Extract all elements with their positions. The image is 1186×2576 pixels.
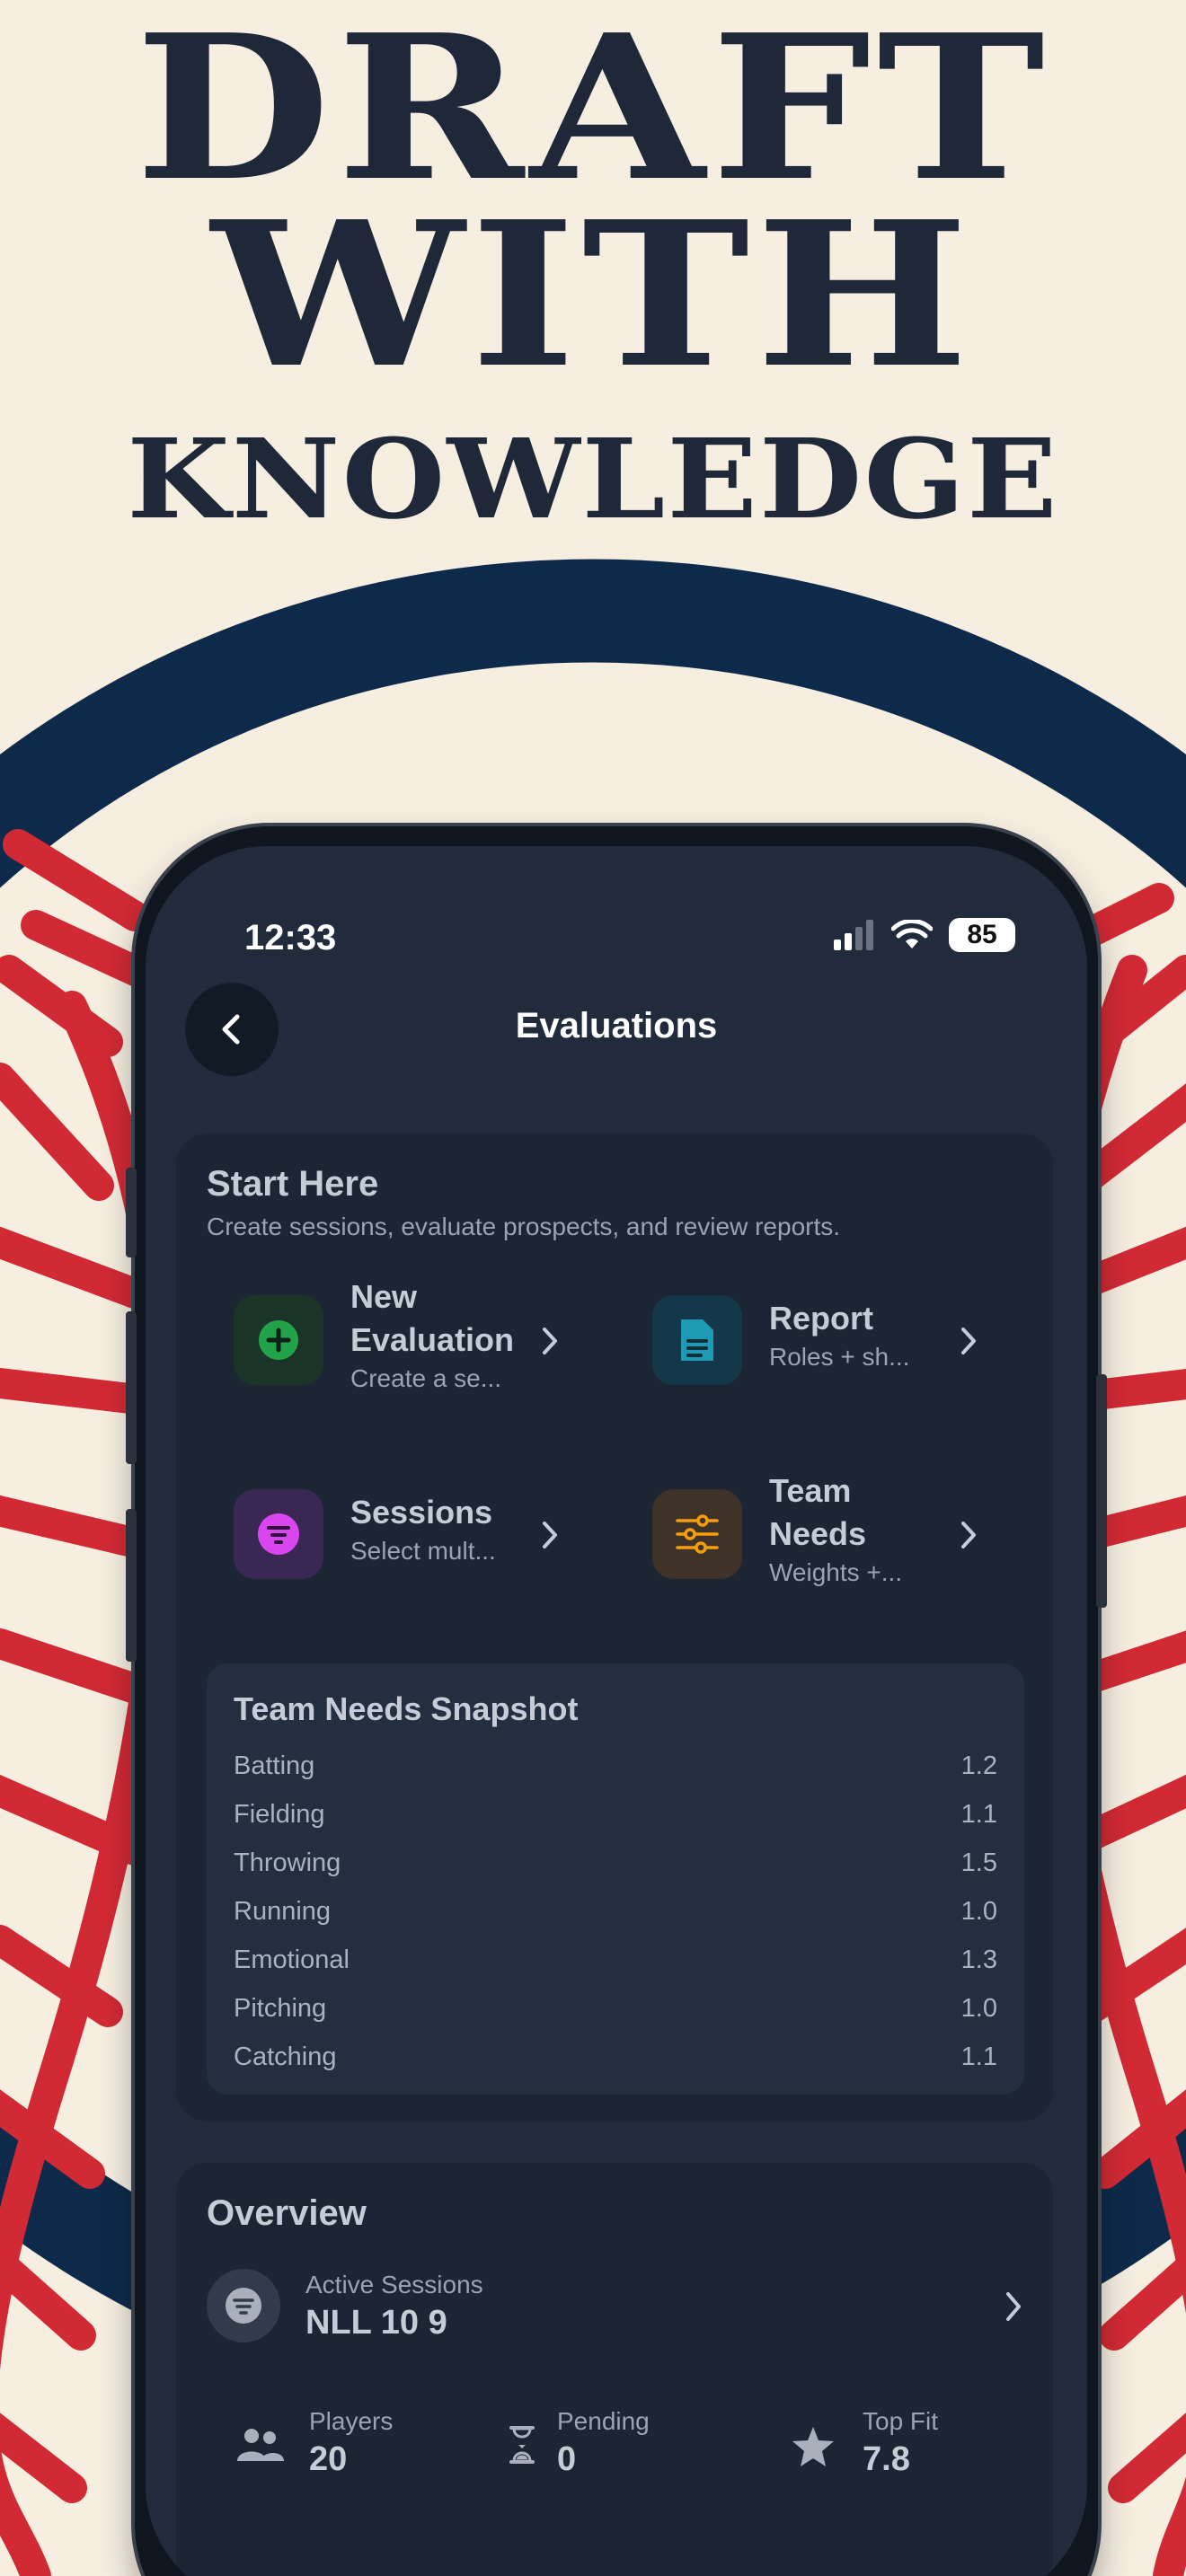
phone-side-button — [126, 1168, 137, 1257]
players-stat: Players 20 — [234, 2405, 449, 2486]
team-needs-tile[interactable]: Team Needs Weights +... — [625, 1462, 1021, 1606]
snapshot-title: Team Needs Snapshot — [234, 1690, 579, 1727]
star-icon — [792, 2427, 834, 2466]
new-evaluation-tile[interactable]: New Evaluation Create a se... — [207, 1268, 602, 1412]
pending-stat: Pending 0 — [509, 2405, 724, 2486]
snapshot-row: Batting 1.2 — [234, 1751, 997, 1787]
snapshot-value: 1.3 — [960, 1945, 997, 1974]
status-icons: 85 — [834, 918, 1015, 952]
start-here-title: Start Here — [207, 1164, 379, 1204]
tile-title: Evaluation — [350, 1321, 515, 1358]
chevron-right-icon — [961, 1522, 976, 1548]
sliders-icon — [676, 1514, 719, 1554]
stat-label: Top Fit — [863, 2407, 939, 2435]
phone-side-button — [126, 1509, 137, 1662]
sessions-tile[interactable]: Sessions Select mult... — [207, 1462, 602, 1606]
filter-circle-icon — [258, 1513, 299, 1555]
snapshot-row: Running 1.0 — [234, 1897, 997, 1933]
status-time: 12:33 — [244, 918, 337, 957]
chevron-right-icon — [543, 1522, 557, 1548]
wifi-icon — [891, 920, 933, 948]
tile-title: New — [350, 1278, 418, 1315]
tile-title: Needs — [769, 1515, 867, 1552]
tile-subtitle: Select mult... — [350, 1537, 496, 1565]
snapshot-label: Pitching — [234, 1994, 327, 2023]
people-icon — [237, 2429, 284, 2461]
snapshot-label: Emotional — [234, 1945, 350, 1974]
snapshot-label: Running — [234, 1897, 332, 1926]
chevron-right-icon — [543, 1328, 557, 1354]
snapshot-value: 1.1 — [960, 1800, 997, 1829]
tile-subtitle: Roles + sh... — [769, 1343, 910, 1371]
report-tile[interactable]: Report Roles + sh... — [625, 1268, 1021, 1412]
snapshot-row: Fielding 1.1 — [234, 1800, 997, 1836]
active-sessions-icon-box — [207, 2269, 280, 2342]
overview-title: Overview — [207, 2193, 367, 2233]
tile-subtitle: Create a se... — [350, 1364, 502, 1392]
headline-line-2: WITH — [211, 179, 975, 412]
snapshot-label: Throwing — [234, 1848, 341, 1877]
stat-label: Players — [309, 2407, 394, 2435]
report-icon-box — [652, 1295, 742, 1385]
phone-side-button — [126, 1311, 137, 1464]
plus-circle-icon — [259, 1320, 298, 1360]
snapshot-value: 1.2 — [960, 1751, 997, 1780]
active-sessions-row[interactable]: Active Sessions NLL 10 9 — [207, 2256, 1024, 2355]
stat-value: 0 — [557, 2440, 577, 2478]
team-needs-snapshot: Team Needs Snapshot Batting 1.2 Fielding… — [207, 1663, 1024, 2095]
tile-title: Sessions — [350, 1494, 493, 1531]
active-sessions-value: NLL 10 9 — [305, 2304, 447, 2342]
sessions-icon-box — [234, 1489, 323, 1579]
battery-icon: 85 — [949, 918, 1015, 952]
start-here-card: Start Here Create sessions, evaluate pro… — [176, 1134, 1053, 2122]
snapshot-row: Emotional 1.3 — [234, 1945, 997, 1981]
new-evaluation-icon-box — [234, 1295, 323, 1385]
top-fit-stat: Top Fit 7.8 — [791, 2405, 1015, 2486]
snapshot-value: 1.0 — [960, 1897, 997, 1926]
snapshot-value: 1.5 — [960, 1848, 997, 1877]
filter-circle-icon — [226, 2288, 261, 2324]
tile-title: Team — [769, 1472, 852, 1509]
snapshot-label: Batting — [234, 1751, 315, 1780]
overview-card: Overview Active Sessions NLL 10 9 Player… — [176, 2163, 1053, 2576]
cellular-signal-icon — [834, 920, 873, 950]
page-title: Evaluations — [515, 1006, 718, 1045]
start-here-subtitle: Create sessions, evaluate prospects, and… — [207, 1213, 841, 1240]
chevron-right-icon — [961, 1328, 976, 1354]
stat-value: 20 — [309, 2440, 348, 2478]
snapshot-row: Throwing 1.5 — [234, 1848, 997, 1884]
stat-label: Pending — [557, 2407, 650, 2435]
stat-value: 7.8 — [863, 2440, 910, 2478]
phone-side-button — [1096, 1374, 1107, 1608]
snapshot-row: Catching 1.1 — [234, 2042, 997, 2078]
active-sessions-label: Active Sessions — [305, 2271, 483, 2298]
snapshot-row: Pitching 1.0 — [234, 1994, 997, 2030]
snapshot-value: 1.0 — [960, 1994, 997, 2023]
phone-screen: 12:33 85 Evaluations Start Here Create s… — [146, 846, 1087, 2576]
tile-subtitle: Weights +... — [769, 1558, 903, 1586]
chevron-right-icon — [1006, 2292, 1021, 2321]
team-needs-icon-box — [652, 1489, 742, 1579]
snapshot-label: Catching — [234, 2042, 337, 2071]
snapshot-label: Fielding — [234, 1800, 325, 1829]
hourglass-icon — [509, 2426, 535, 2464]
tile-title: Report — [769, 1300, 873, 1337]
document-icon — [681, 1319, 713, 1361]
snapshot-value: 1.1 — [960, 2042, 997, 2071]
